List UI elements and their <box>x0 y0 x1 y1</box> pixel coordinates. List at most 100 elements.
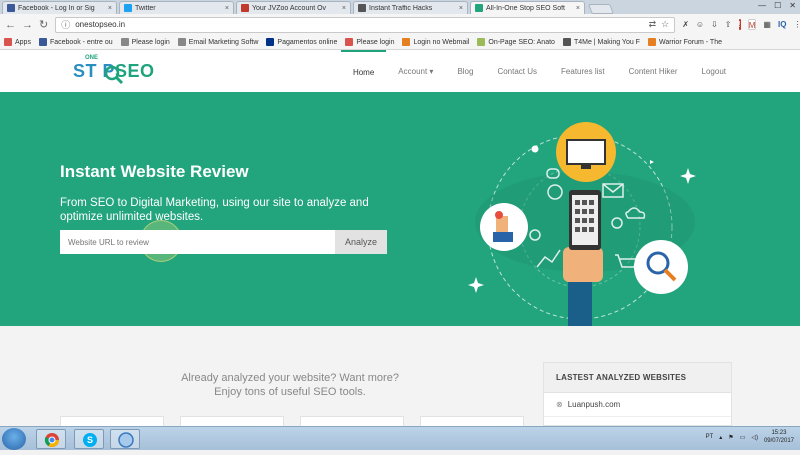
nav-item[interactable]: Home <box>340 50 387 92</box>
tool-card[interactable] <box>60 416 164 426</box>
tool-card[interactable] <box>420 416 524 426</box>
tab-favicon-icon <box>358 4 366 12</box>
bookmark-favicon-icon <box>266 38 275 46</box>
clock-time: 15:23 <box>771 430 787 436</box>
flag-icon[interactable]: ⚑ <box>728 434 733 441</box>
clock[interactable]: 15:23 09/07/2017 <box>764 429 794 445</box>
bookmark-favicon-icon <box>38 38 47 46</box>
latest-site-label: Luanpush.com <box>567 400 621 409</box>
skype-taskbar-icon[interactable]: S <box>74 429 104 449</box>
bookmark-favicon-icon <box>177 38 186 46</box>
address-bar[interactable]: ⓘ onestopseo.in ⇄ ☆ <box>55 16 676 33</box>
maximize-icon[interactable]: ☐ <box>774 1 781 10</box>
bookmark-item[interactable]: T4Me | Making You F <box>562 38 640 46</box>
close-window-icon[interactable]: ✕ <box>789 1 796 10</box>
extension-iq-icon[interactable]: IQ <box>778 19 786 30</box>
app-taskbar-icon[interactable] <box>110 429 140 449</box>
back-icon[interactable]: ← <box>5 19 16 31</box>
tab-list: Facebook - Log In or Sig × Twitter × Your JV… <box>2 1 587 14</box>
bookmark-item[interactable]: Email Marketing Softw <box>177 38 258 46</box>
bookmark-favicon-icon <box>4 38 12 46</box>
bookmark-favicon-icon <box>402 38 411 46</box>
bookmark-label: Apps <box>15 38 31 46</box>
bookmark-star-icon[interactable]: ☆ <box>661 19 669 30</box>
nav-item[interactable]: Account ▾ <box>386 50 445 92</box>
nav-item[interactable]: Features list <box>549 50 617 92</box>
bookmark-item[interactable]: Please login <box>345 38 394 46</box>
extension-x-icon[interactable]: ✗ <box>682 19 689 30</box>
bookmark-favicon-icon <box>345 38 354 46</box>
nav-item[interactable]: Contact Us <box>485 50 549 92</box>
bookmark-label: Pagamentos online <box>277 38 338 46</box>
start-button[interactable] <box>2 428 26 450</box>
bookmark-favicon-icon <box>120 38 129 46</box>
network-icon[interactable]: ▭ <box>740 434 746 441</box>
extension-badge-icon[interactable]: ! <box>738 19 741 30</box>
page-info-icon[interactable]: ⓘ <box>61 18 70 31</box>
website: ONE ST PSEO Home Account ▾ Blog Contact Us F… <box>0 50 800 426</box>
tab-favicon-icon <box>7 4 15 12</box>
browser-tab[interactable]: Twitter × <box>119 1 234 14</box>
tab-close-icon[interactable]: × <box>225 5 229 12</box>
svg-text:S: S <box>87 435 93 445</box>
windows-taskbar: S PT ▴ ⚑ ▭ ◁) 15:23 09/07/2017 <box>0 426 800 450</box>
website-url-input[interactable] <box>60 230 335 254</box>
browser-tab[interactable]: Your JVZoo Account Ov × <box>236 1 351 14</box>
bookmark-item[interactable]: Pagamentos online <box>266 38 337 46</box>
menu-icon[interactable]: ⋮ <box>793 19 800 30</box>
language-indicator[interactable]: PT <box>706 434 714 440</box>
bookmark-item[interactable]: Warrior Forum - The <box>647 38 722 46</box>
browser-tab[interactable]: Instant Traffic Hacks × <box>353 1 468 14</box>
tab-favicon-icon <box>475 4 483 12</box>
bookmark-label: Facebook - entre ou <box>49 38 113 46</box>
reload-icon[interactable]: ↻ <box>39 18 48 31</box>
hero-title: Instant Website Review <box>60 162 249 181</box>
tab-close-icon[interactable]: × <box>576 5 580 12</box>
nav-item[interactable]: Blog <box>445 50 485 92</box>
seo-illustration <box>468 122 696 326</box>
browser-tab[interactable]: All-In-One Stop SEO Soft × <box>470 1 585 14</box>
globe-icon: ⊗ <box>556 400 563 409</box>
list-item[interactable]: ⊗ Luanpush.com <box>544 393 731 417</box>
minimize-icon[interactable]: — <box>758 1 766 10</box>
tool-card[interactable] <box>300 416 404 426</box>
chrome-taskbar-icon[interactable] <box>36 429 66 449</box>
analyze-button[interactable]: Analyze <box>335 230 387 254</box>
extension-arrow-icon[interactable]: ⇧ <box>725 19 732 30</box>
bookmark-label: On-Page SEO: Anato <box>488 38 555 46</box>
tab-close-icon[interactable]: × <box>342 5 346 12</box>
tab-favicon-icon <box>241 4 249 12</box>
nav-item[interactable]: Logout <box>690 50 738 92</box>
bookmark-item[interactable]: On-Page SEO: Anato <box>477 38 555 46</box>
tab-label: All-In-One Stop SEO Soft <box>486 4 565 12</box>
tray-arrow-icon[interactable]: ▴ <box>719 434 722 441</box>
magnifier-logo-icon <box>104 65 124 85</box>
hero-subtitle: From SEO to Digital Marketing, using our… <box>60 197 369 223</box>
tab-label: Instant Traffic Hacks <box>369 4 433 12</box>
bookmark-item[interactable]: Login no Webmail <box>402 38 469 46</box>
bookmark-item[interactable]: Apps <box>4 38 31 46</box>
bookmark-label: T4Me | Making You F <box>573 38 640 46</box>
bookmark-item[interactable]: Please login <box>120 38 170 46</box>
extension-smile-icon[interactable]: ☺ <box>696 19 704 30</box>
new-tab-button[interactable] <box>588 4 614 14</box>
clock-date: 09/07/2017 <box>763 438 794 444</box>
extension-grid-icon[interactable]: ▦ <box>763 19 771 30</box>
extension-download-icon[interactable]: ⇩ <box>711 19 718 30</box>
nav-item[interactable]: Content Hiker <box>617 50 690 92</box>
extension-gmail-icon[interactable]: M <box>747 19 757 30</box>
forward-icon[interactable]: → <box>22 19 33 31</box>
promo-line-1: Already analyzed your website? Want more… <box>181 372 399 384</box>
tab-close-icon[interactable]: × <box>108 5 112 12</box>
tab-label: Twitter <box>135 4 156 12</box>
translate-icon[interactable]: ⇄ <box>649 19 657 30</box>
site-header: ONE ST PSEO Home Account ▾ Blog Contact Us F… <box>0 50 800 92</box>
volume-icon[interactable]: ◁) <box>751 434 758 441</box>
bookmark-favicon-icon <box>477 38 486 46</box>
url-text: onestopseo.in <box>75 20 126 29</box>
browser-tab[interactable]: Facebook - Log In or Sig × <box>2 1 117 14</box>
window-controls: — ☐ ✕ <box>758 1 796 10</box>
tab-close-icon[interactable]: × <box>459 5 463 12</box>
bookmark-item[interactable]: Facebook - entre ou <box>38 38 113 46</box>
tool-card[interactable] <box>180 416 284 426</box>
